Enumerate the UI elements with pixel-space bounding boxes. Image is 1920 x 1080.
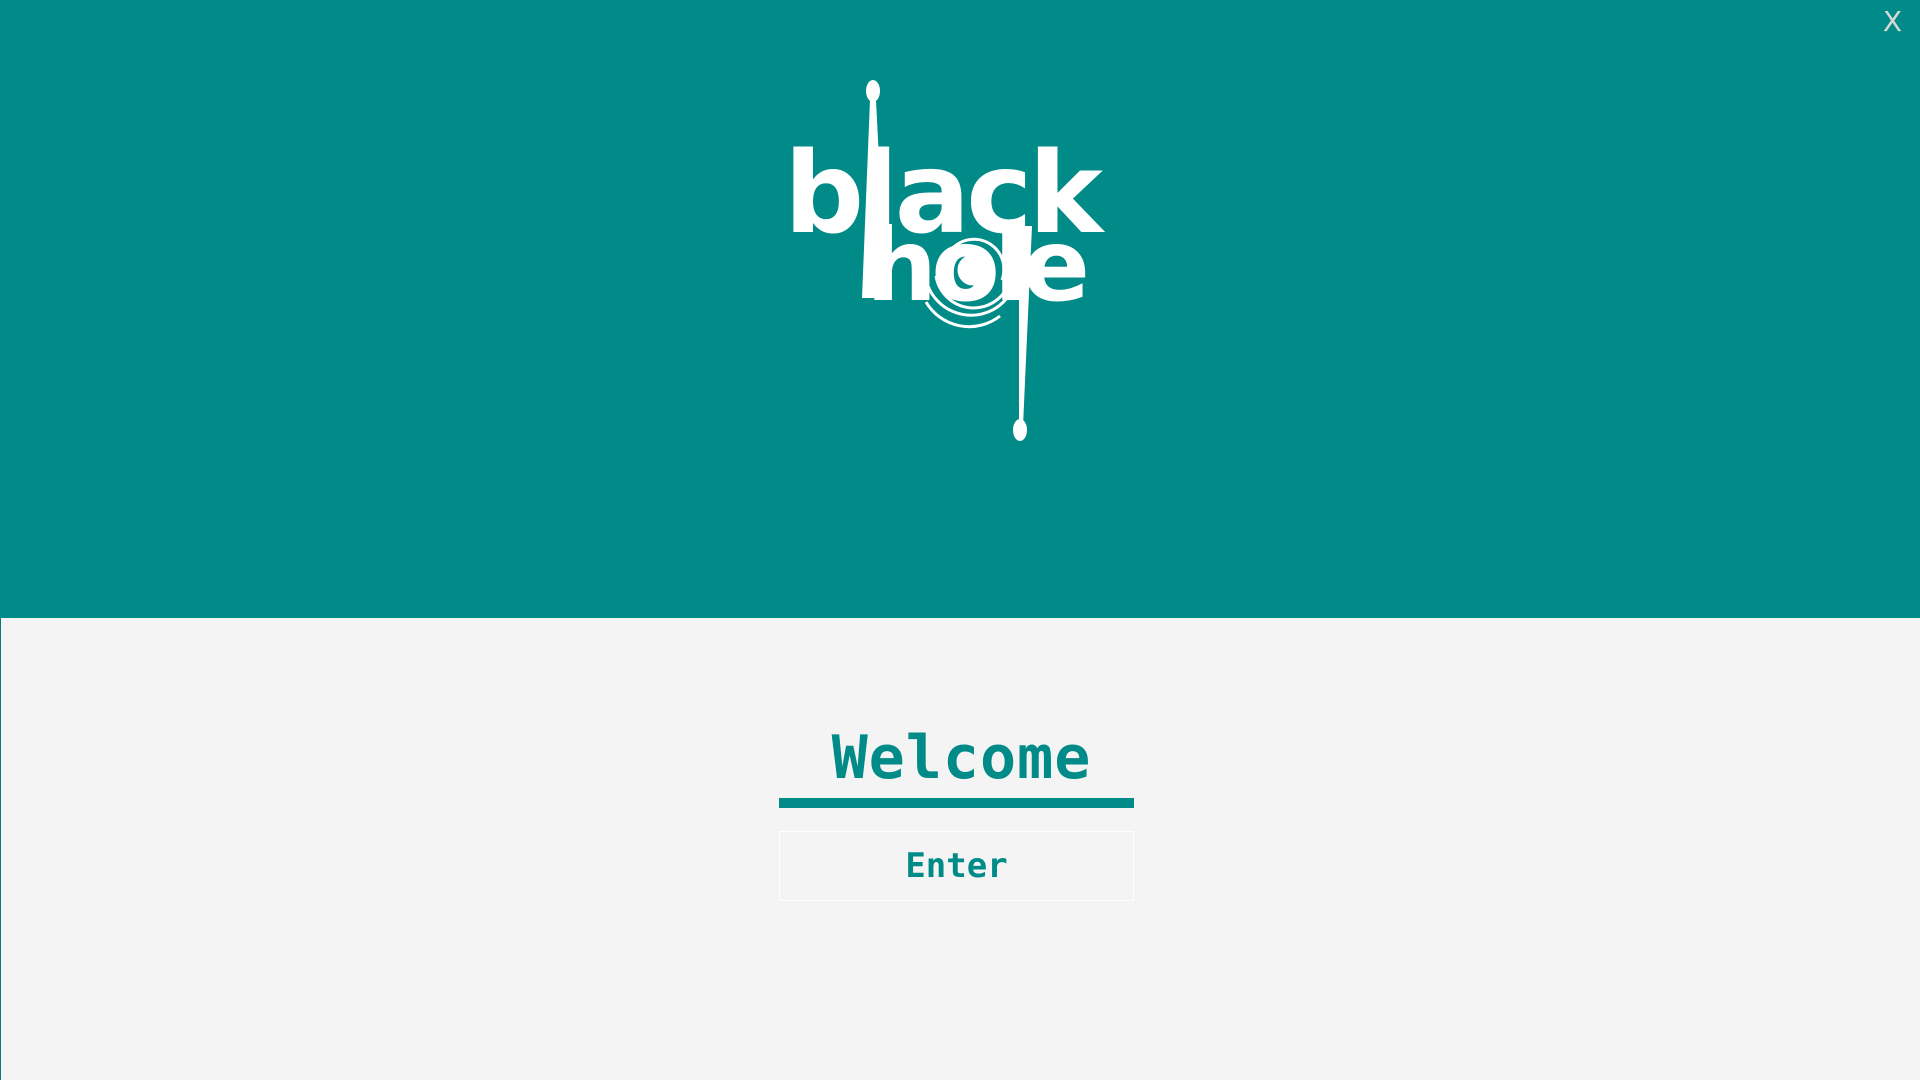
welcome-title: Welcome [831, 723, 1092, 793]
hero-banner: X black hole [0, 0, 1920, 618]
blackhole-logo-icon: black hole [776, 76, 1126, 446]
welcome-underline [779, 798, 1134, 808]
welcome-block: Welcome [779, 718, 1134, 808]
close-button[interactable]: X [1883, 8, 1902, 36]
enter-button[interactable]: Enter [779, 831, 1134, 901]
